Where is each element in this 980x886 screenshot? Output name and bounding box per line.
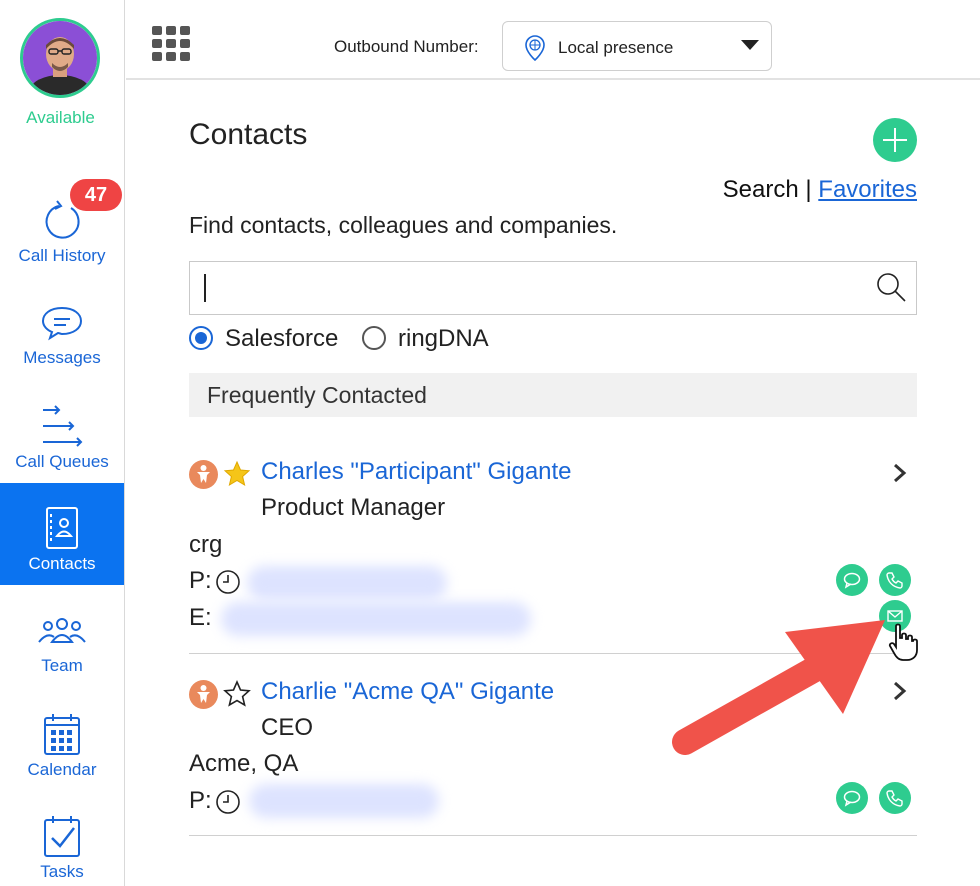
divider xyxy=(189,653,917,654)
phone-icon xyxy=(886,790,903,807)
email-address-redacted[interactable] xyxy=(221,602,531,636)
contact-row: Charlie "Acme QA" Gigante CEO Acme, QA P… xyxy=(189,660,917,836)
section-header-label: Frequently Contacted xyxy=(207,382,427,408)
call-history-icon xyxy=(45,200,80,239)
sidebar-item-label: Call Queues xyxy=(15,452,109,471)
star-outline-icon[interactable] xyxy=(223,680,251,708)
person-icon xyxy=(189,460,218,489)
radio-label: ringDNA xyxy=(398,325,489,352)
contact-name-link[interactable]: Charlie "Acme QA" Gigante xyxy=(261,678,554,706)
sidebar-item-label: Call History xyxy=(18,246,106,265)
phone-label: P: xyxy=(189,787,212,814)
avatar[interactable] xyxy=(20,18,100,98)
chevron-right-icon[interactable] xyxy=(891,680,909,702)
calendar-icon xyxy=(44,714,80,755)
envelope-icon xyxy=(887,610,903,622)
chat-bubble-icon xyxy=(41,306,83,341)
text-cursor xyxy=(204,274,206,302)
search-tab[interactable]: Search xyxy=(723,176,799,203)
email-button[interactable] xyxy=(879,600,911,632)
call-button[interactable] xyxy=(879,782,911,814)
sms-button[interactable] xyxy=(836,782,868,814)
sidebar-item-calendar[interactable]: Calendar xyxy=(0,692,124,794)
chat-bubble-icon xyxy=(843,572,861,589)
email-label: E: xyxy=(189,604,212,631)
location-pin-icon xyxy=(525,35,545,61)
sidebar-item-label: Contacts xyxy=(28,554,96,573)
sidebar-item-messages[interactable]: Messages xyxy=(0,282,124,384)
presence-status[interactable]: Available xyxy=(0,108,121,128)
contact-company: Acme, QA xyxy=(189,750,299,777)
search-box xyxy=(189,261,917,315)
contact-row: Charles "Participant" Gigante Product Ma… xyxy=(189,440,917,654)
chevron-down-icon xyxy=(741,40,759,50)
search-favorites-toggle: Search | Favorites xyxy=(723,176,917,204)
phone-icon xyxy=(886,572,903,589)
search-input[interactable] xyxy=(200,270,860,306)
contact-name-link[interactable]: Charles "Participant" Gigante xyxy=(261,458,572,486)
radio-ringdna[interactable]: ringDNA xyxy=(362,325,502,352)
page-subtitle: Find contacts, colleagues and companies. xyxy=(189,212,618,238)
phone-number-redacted[interactable] xyxy=(247,566,447,600)
contact-title: CEO xyxy=(261,714,314,741)
team-icon xyxy=(38,618,86,643)
page-title: Contacts xyxy=(189,118,308,151)
outbound-number-select[interactable]: Local presence xyxy=(502,21,772,71)
phone-label: P: xyxy=(189,567,212,594)
sidebar-item-call-queues[interactable]: Call Queues xyxy=(0,384,124,486)
sms-button[interactable] xyxy=(836,564,868,596)
radio-button[interactable] xyxy=(362,326,386,350)
star-filled-icon[interactable] xyxy=(223,460,251,488)
avatar-image xyxy=(23,21,97,95)
sidebar-item-label: Messages xyxy=(23,348,101,367)
sidebar-item-team[interactable]: Team xyxy=(0,590,124,692)
chevron-right-icon[interactable] xyxy=(891,462,909,484)
chat-bubble-icon xyxy=(843,790,861,807)
sidebar-item-call-history[interactable]: Call History xyxy=(0,180,124,282)
add-contact-button[interactable] xyxy=(873,118,917,162)
divider xyxy=(189,835,917,836)
sidebar: Available 47 Call History Messages Call … xyxy=(0,0,125,886)
contact-title: Product Manager xyxy=(261,494,446,521)
contact-company: crg xyxy=(189,531,223,558)
tasks-icon xyxy=(44,816,80,857)
sidebar-item-label: Team xyxy=(41,656,83,675)
app-grid-icon[interactable] xyxy=(152,26,190,62)
person-icon xyxy=(189,680,218,709)
sidebar-item-label: Tasks xyxy=(40,862,84,881)
radio-button[interactable] xyxy=(189,326,213,350)
sidebar-item-label: Calendar xyxy=(27,760,97,779)
radio-salesforce[interactable]: Salesforce xyxy=(189,325,339,352)
radio-label: Salesforce xyxy=(225,325,339,352)
outbound-number-value: Local presence xyxy=(558,38,674,57)
clock-icon xyxy=(216,790,240,814)
call-button[interactable] xyxy=(879,564,911,596)
clock-icon xyxy=(216,570,240,594)
section-header: Frequently Contacted xyxy=(189,373,917,417)
phone-number-redacted[interactable] xyxy=(249,784,439,818)
top-bar: Outbound Number: Local presence xyxy=(126,0,980,80)
favorites-link[interactable]: Favorites xyxy=(818,176,917,203)
sidebar-item-contacts[interactable]: Contacts xyxy=(0,483,124,585)
sidebar-item-tasks[interactable]: Tasks xyxy=(0,794,124,886)
search-icon[interactable] xyxy=(874,270,910,306)
call-queues-icon xyxy=(43,405,83,447)
separator: | xyxy=(805,176,812,203)
contacts-book-icon xyxy=(46,507,78,549)
outbound-number-label: Outbound Number: xyxy=(334,37,479,56)
